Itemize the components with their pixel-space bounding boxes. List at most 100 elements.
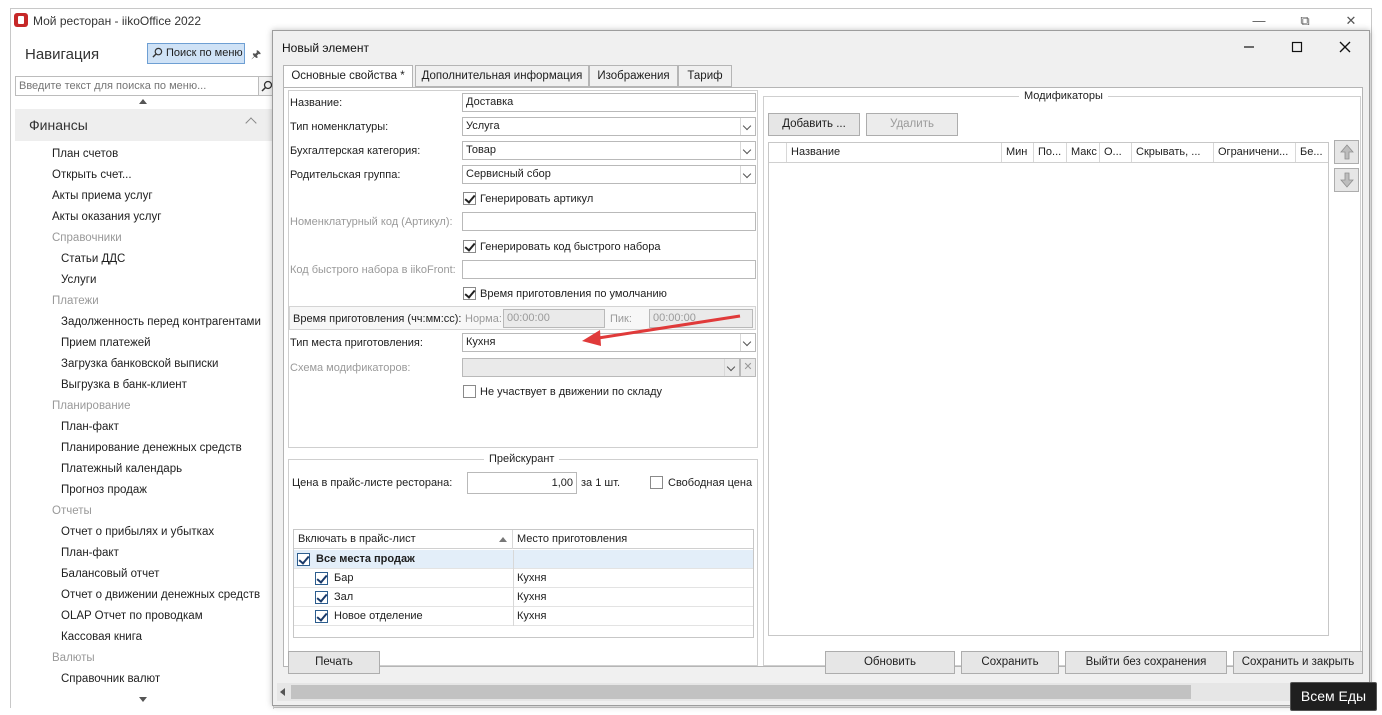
nav-item[interactable]: Акты приема услуг [52,190,153,202]
scroll-left-icon[interactable] [280,688,285,696]
nav-scroll-down-icon[interactable] [139,697,147,702]
nav-category: Платежи [52,295,99,307]
pin-icon[interactable]: 🖈 [251,46,261,61]
nav-item[interactable]: Платежный календарь [61,463,182,475]
nav-item[interactable]: Прием платежей [61,337,151,349]
col-include-label: Включать в прайс-лист [298,533,416,545]
delete-modifier-button[interactable]: Удалить [866,113,958,136]
close-icon[interactable]: ✕ [1335,11,1367,31]
place-cooking-place[interactable]: Кухня [517,588,546,607]
name-field[interactable]: Доставка [462,93,756,112]
cooking-place-type-value: Кухня [466,336,496,348]
norm-time-value: 00:00:00 [507,312,550,324]
minimize-icon[interactable]: — [1243,11,1275,31]
print-button[interactable]: Печать [288,651,380,674]
nav-item[interactable]: Отчет о движении денежных средств [61,589,260,601]
close-icon[interactable] [1331,37,1359,57]
chevron-down-icon[interactable] [740,166,755,183]
chevron-down-icon[interactable] [740,118,755,135]
nav-item[interactable]: Отчет о прибылях и убытках [61,526,214,538]
no-stock-movement-checkbox[interactable] [463,385,476,398]
exit-without-save-button[interactable]: Выйти без сохранения [1065,651,1227,674]
nav-item[interactable]: Статьи ДДС [61,253,125,265]
col-mod-hide[interactable]: Скрывать, ... [1132,143,1214,162]
nav-item[interactable]: OLAP Отчет по проводкам [61,610,203,622]
nav-item[interactable]: Кассовая книга [61,631,142,643]
price-row[interactable]: Зал Кухня [294,588,753,607]
all-places-checkbox[interactable] [297,553,310,566]
col-mod-min[interactable]: Мин [1002,143,1034,162]
col-mod-free[interactable]: Бе... [1296,143,1328,162]
tab-additional-info[interactable]: Дополнительная информация [415,65,589,87]
col-mod-default[interactable]: По... [1034,143,1067,162]
place-checkbox[interactable] [315,610,328,623]
nav-search-input[interactable] [15,76,259,96]
col-mod-name[interactable]: Название [787,143,1002,162]
chevron-down-icon[interactable] [724,359,739,376]
place-cooking-place[interactable]: Кухня [517,607,546,626]
parent-group-select[interactable]: Сервисный сбор [462,165,756,184]
sort-asc-icon[interactable] [499,537,507,542]
save-and-close-button[interactable]: Сохранить и закрыть [1233,651,1363,674]
chevron-up-icon[interactable] [245,117,257,129]
price-row[interactable]: Бар Кухня [294,569,753,588]
nav-item[interactable]: Акты оказания услуг [52,211,161,223]
nav-item[interactable]: План-факт [61,547,119,559]
restore-icon[interactable]: ⧉ [1289,11,1321,31]
nav-item[interactable]: Прогноз продаж [61,484,147,496]
save-button[interactable]: Сохранить [961,651,1059,674]
tab-tariff[interactable]: Тариф [678,65,732,87]
col-mod-o[interactable]: О... [1100,143,1132,162]
col-mod-max[interactable]: Макс [1067,143,1100,162]
col-include[interactable]: Включать в прайс-лист [294,530,513,549]
col-cooking-place[interactable]: Место приготовления [513,530,753,549]
modifier-scheme-select[interactable] [462,358,740,377]
nav-item[interactable]: План счетов [52,148,118,160]
move-up-button[interactable] [1334,140,1359,164]
nav-item[interactable]: Загрузка банковской выписки [61,358,218,370]
place-checkbox[interactable] [315,572,328,585]
price-field[interactable]: 1,00 [467,472,577,494]
scrollbar-thumb[interactable] [291,685,1191,699]
place-name: Бар [334,572,354,584]
move-down-button[interactable] [1334,168,1359,192]
section-header-finance[interactable]: Финансы [15,109,274,141]
horizontal-scrollbar[interactable] [277,683,1367,701]
menu-search-button[interactable]: Поиск по меню [147,43,245,64]
col-mod-limit[interactable]: Ограничени... [1214,143,1296,162]
clear-icon[interactable]: ✕ [740,358,756,377]
nav-item[interactable]: Балансовый отчет [61,568,159,580]
place-cooking-place[interactable]: Кухня [517,569,546,588]
nav-scroll-up-icon[interactable] [139,99,147,104]
place-checkbox[interactable] [315,591,328,604]
nomenclature-type-select[interactable]: Услуга [462,117,756,136]
add-modifier-button[interactable]: Добавить ... [768,113,860,136]
nav-item[interactable]: План-факт [61,421,119,433]
chevron-down-icon[interactable] [740,142,755,159]
free-price-checkbox[interactable] [650,476,663,489]
nav-item[interactable]: Задолженность перед контрагентами [61,316,261,328]
default-cooking-time-checkbox[interactable] [463,287,476,300]
quick-code-field[interactable] [462,260,756,279]
nav-item[interactable]: Справочник валют [61,673,160,685]
article-code-label: Номенклатурный код (Артикул): [290,216,453,228]
maximize-icon[interactable] [1283,37,1311,57]
arrow-down-icon [1340,172,1354,188]
modifier-scheme-label: Схема модификаторов: [290,362,411,374]
nav-item[interactable]: Планирование денежных средств [61,442,242,454]
nav-item[interactable]: Открыть счет... [52,169,132,181]
price-row[interactable]: Новое отделение Кухня [294,607,753,626]
refresh-button[interactable]: Обновить [825,651,955,674]
minimize-icon[interactable] [1235,37,1263,57]
generate-article-checkbox[interactable] [463,192,476,205]
group-row-all[interactable]: Все места продаж [294,550,753,569]
accounting-category-select[interactable]: Товар [462,141,756,160]
tab-main-properties[interactable]: Основные свойства * [283,65,413,88]
tab-images[interactable]: Изображения [589,65,678,87]
nav-item[interactable]: Услуги [61,274,96,286]
generate-quick-code-checkbox[interactable] [463,240,476,253]
tooltip: Всем Еды [1290,682,1377,711]
place-name: Новое отделение [334,610,423,622]
article-code-field[interactable] [462,212,756,231]
nav-item[interactable]: Выгрузка в банк-клиент [61,379,187,391]
